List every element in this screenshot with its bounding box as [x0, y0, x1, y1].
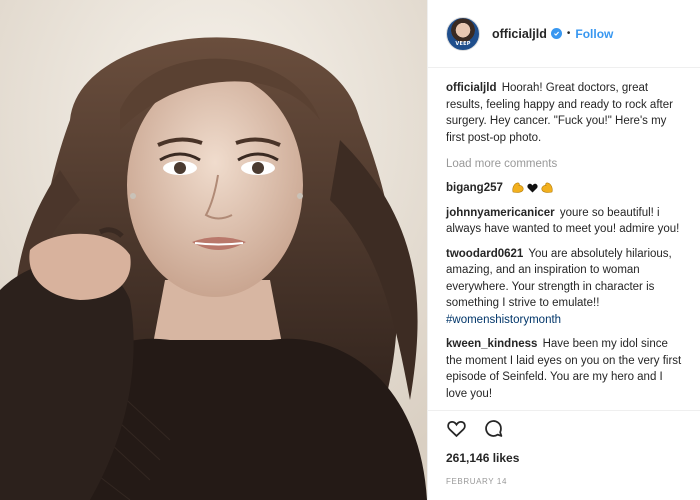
- comment-bubble-icon[interactable]: [483, 418, 504, 442]
- post-date: February 14: [446, 477, 507, 486]
- list-item: kween_kindness Have been my idol since t…: [446, 336, 684, 402]
- avatar[interactable]: VEEP: [446, 16, 480, 51]
- post-photo[interactable]: [0, 0, 427, 500]
- caption-username[interactable]: officialjld: [446, 82, 496, 94]
- post-details-panel: VEEP officialjld • Follow officialjld Ho…: [427, 0, 700, 500]
- action-icons-row: [446, 419, 684, 441]
- list-item: johnnyamericanicer youre so beautiful! i…: [446, 205, 684, 238]
- comments-section: officialjld Hoorah! Great doctors, great…: [428, 68, 700, 410]
- comment-username[interactable]: twoodard0621: [446, 248, 523, 260]
- instagram-post: VEEP officialjld • Follow officialjld Ho…: [0, 0, 700, 500]
- portrait-image: [0, 0, 427, 500]
- list-item: bigang257: [446, 180, 684, 197]
- separator-dot: •: [566, 28, 571, 39]
- emoji-group: [511, 181, 554, 194]
- likes-count[interactable]: 261,146 likes: [446, 451, 684, 465]
- list-item: twoodard0621 You are absolutely hilariou…: [446, 246, 684, 329]
- comment-username[interactable]: kween_kindness: [446, 338, 537, 350]
- verified-badge-icon: [550, 28, 562, 39]
- comment-username[interactable]: johnnyamericanicer: [446, 207, 555, 219]
- load-more-comments-link[interactable]: Load more comments: [446, 158, 684, 170]
- avatar-badge-text: VEEP: [455, 40, 471, 47]
- post-caption: officialjld Hoorah! Great doctors, great…: [446, 80, 684, 146]
- heart-outline-icon[interactable]: [446, 418, 467, 442]
- hashtag-link[interactable]: #womenshistorymonth: [446, 312, 684, 329]
- comment-username[interactable]: bigang257: [446, 182, 503, 194]
- flexed-biceps-icon: [512, 183, 524, 194]
- post-actions: 261,146 likes February 14: [428, 410, 700, 486]
- black-heart-icon: [527, 183, 538, 193]
- flexed-biceps-icon: [541, 183, 553, 194]
- follow-button[interactable]: Follow: [575, 27, 613, 41]
- post-header: VEEP officialjld • Follow: [428, 0, 700, 68]
- header-username[interactable]: officialjld: [492, 27, 547, 41]
